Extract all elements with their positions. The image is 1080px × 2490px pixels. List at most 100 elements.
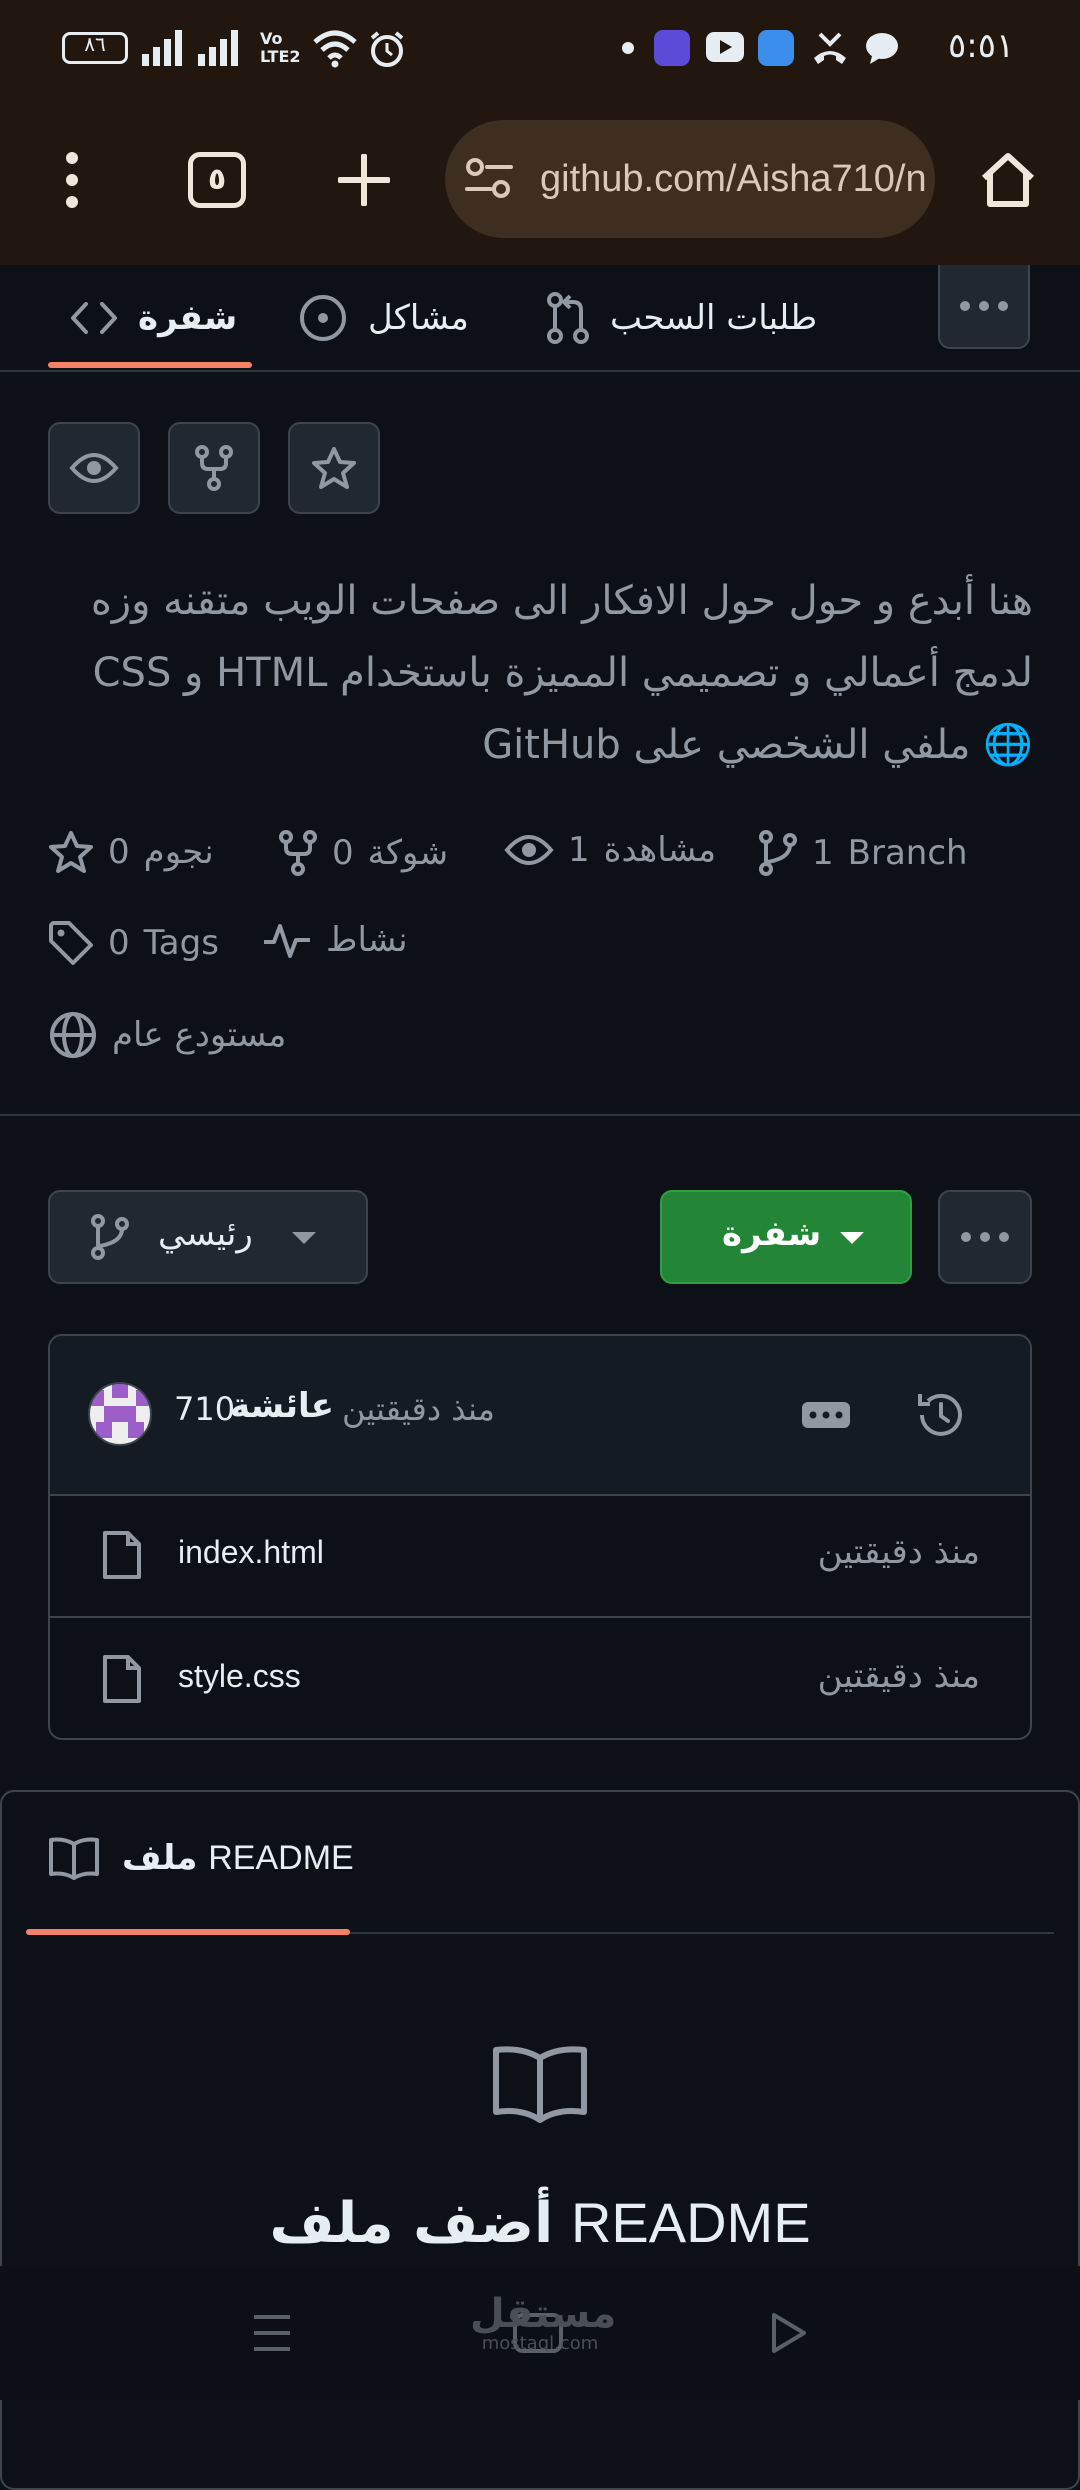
url-bar[interactable]: github.com/Aisha710/n xyxy=(445,120,935,238)
watermark-brand: مستقل xyxy=(470,2291,617,2337)
globe-icon xyxy=(50,1012,96,1058)
back-nav-icon[interactable] xyxy=(770,2312,808,2354)
chat-icon xyxy=(866,33,898,64)
commit-message-toggle[interactable] xyxy=(802,1402,850,1428)
star-button[interactable] xyxy=(288,422,380,514)
fork-button[interactable] xyxy=(168,422,260,514)
history-icon[interactable] xyxy=(914,1388,968,1442)
branch-selector[interactable]: رئيسي xyxy=(48,1190,368,1284)
tab-switcher-button[interactable]: ٥ xyxy=(188,152,246,208)
branch-icon xyxy=(91,1214,129,1260)
repo-more-button[interactable] xyxy=(938,265,1030,349)
branch-icon xyxy=(759,830,797,876)
activity-stat[interactable]: نشاط xyxy=(262,920,408,960)
watch-button[interactable] xyxy=(48,422,140,514)
status-time: ٥:٥١ xyxy=(948,26,1015,66)
notification-dot-icon xyxy=(622,42,634,54)
stars-stat[interactable]: 0 نجوم xyxy=(48,830,214,874)
branch-label: Branch xyxy=(847,833,968,873)
pull-request-icon xyxy=(547,291,589,344)
code-icon xyxy=(71,301,117,334)
more-options-button[interactable] xyxy=(938,1190,1032,1284)
watermark-domain: mostaql.com xyxy=(481,2333,599,2354)
recents-menu-icon[interactable] xyxy=(252,2314,292,2352)
activity-label: نشاط xyxy=(326,920,408,960)
new-tab-icon[interactable] xyxy=(338,154,390,206)
stars-count: 0 xyxy=(108,832,130,872)
url-text: github.com/Aisha710/n xyxy=(540,158,927,200)
volte-icon: Vo LTE2 xyxy=(260,29,301,66)
readme-tab-word: ملف xyxy=(122,1838,198,1878)
code-button-label: شفرة xyxy=(722,1214,822,1254)
tags-label: Tags xyxy=(143,923,219,963)
watchers-stat[interactable]: 1 مشاهدة xyxy=(504,830,716,870)
tags-stat[interactable]: 0 Tags xyxy=(48,920,219,966)
fork-icon xyxy=(279,830,317,876)
forks-label: شوكة xyxy=(367,833,449,873)
add-readme-title: أضف ملف README xyxy=(0,2190,1080,2256)
tab-pull-requests-label: طلبات السحب xyxy=(610,297,818,338)
signal-icon-2 xyxy=(198,30,238,66)
add-readme-name: README xyxy=(570,2191,811,2254)
visibility-label: مستودع عام xyxy=(112,1015,287,1055)
branch-name: رئيسي xyxy=(158,1214,253,1254)
triangle-down-icon xyxy=(840,1232,864,1244)
readme-tab-underline xyxy=(26,1929,350,1935)
youtube-icon xyxy=(706,32,744,62)
book-icon xyxy=(493,2046,587,2123)
menu-kebab-icon[interactable] xyxy=(60,150,84,210)
battery-icon: ٨٦ xyxy=(62,32,128,64)
file-list: 710 عائشة منذ دقيقتين index.html منذ دقي… xyxy=(48,1334,1032,1740)
watch-count: 1 xyxy=(568,830,590,870)
branches-stat[interactable]: 1 Branch xyxy=(758,830,968,876)
star-icon xyxy=(312,447,356,489)
stars-label: نجوم xyxy=(143,832,214,872)
tab-code-underline xyxy=(48,362,252,368)
file-row-index[interactable]: index.html منذ دقيقتين xyxy=(50,1494,1030,1618)
file-name[interactable]: style.css xyxy=(178,1658,301,1695)
tab-count: ٥ xyxy=(207,162,227,197)
code-button[interactable]: شفرة xyxy=(660,1190,912,1284)
user-avatar[interactable] xyxy=(88,1382,152,1446)
star-icon xyxy=(49,831,93,873)
repo-description: هنا أبدع و حول حول الافكار الى صفحات الو… xyxy=(90,578,1033,768)
commit-author-handle[interactable]: 710 xyxy=(174,1390,235,1428)
tab-code[interactable]: شفرة xyxy=(70,265,237,370)
file-name[interactable]: index.html xyxy=(178,1534,324,1571)
forks-count: 0 xyxy=(332,833,354,873)
tab-pull-requests[interactable]: طلبات السحب xyxy=(546,265,817,370)
eye-icon xyxy=(69,453,119,483)
tab-issues[interactable]: مشاكل xyxy=(298,265,469,370)
alarm-icon xyxy=(370,31,404,67)
file-time: منذ دقيقتين xyxy=(817,1532,980,1572)
home-icon[interactable] xyxy=(978,150,1038,210)
tab-code-label: شفرة xyxy=(138,297,238,338)
file-time: منذ دقيقتين xyxy=(817,1656,980,1696)
kebab-horizontal-icon xyxy=(961,1232,1009,1242)
file-icon xyxy=(103,1655,141,1703)
tag-icon xyxy=(49,921,93,965)
ellipsis-icon xyxy=(809,1411,843,1419)
missed-call-icon xyxy=(814,32,846,64)
app-icon xyxy=(758,30,794,66)
fork-icon xyxy=(195,445,233,491)
repo-tab-bar: شفرة مشاكل طلبات السحب xyxy=(0,265,1080,372)
branch-count: 1 xyxy=(812,833,834,873)
book-icon xyxy=(49,1837,99,1880)
eye-icon xyxy=(504,835,554,865)
latest-commit-row: 710 عائشة منذ دقيقتين xyxy=(50,1336,1030,1496)
file-row-style[interactable]: style.css منذ دقيقتين xyxy=(50,1618,1030,1738)
add-readme-word: أضف ملف xyxy=(269,2191,554,2256)
kebab-horizontal-icon xyxy=(960,301,1008,311)
tags-count: 0 xyxy=(108,923,130,963)
forks-stat[interactable]: 0 شوكة xyxy=(278,830,448,876)
commit-author-name[interactable]: عائشة xyxy=(230,1386,334,1426)
file-icon xyxy=(103,1531,141,1579)
readme-tab[interactable]: ملف README xyxy=(48,1836,354,1880)
readme-tab-name: README xyxy=(208,1839,354,1877)
pulse-icon xyxy=(264,924,310,958)
status-bar: ٨٦ Vo LTE2 ٥:٥١ xyxy=(0,0,1080,100)
visibility-stat: مستودع عام xyxy=(48,1010,286,1060)
game-app-icon xyxy=(654,30,690,66)
site-settings-icon[interactable] xyxy=(465,158,513,200)
